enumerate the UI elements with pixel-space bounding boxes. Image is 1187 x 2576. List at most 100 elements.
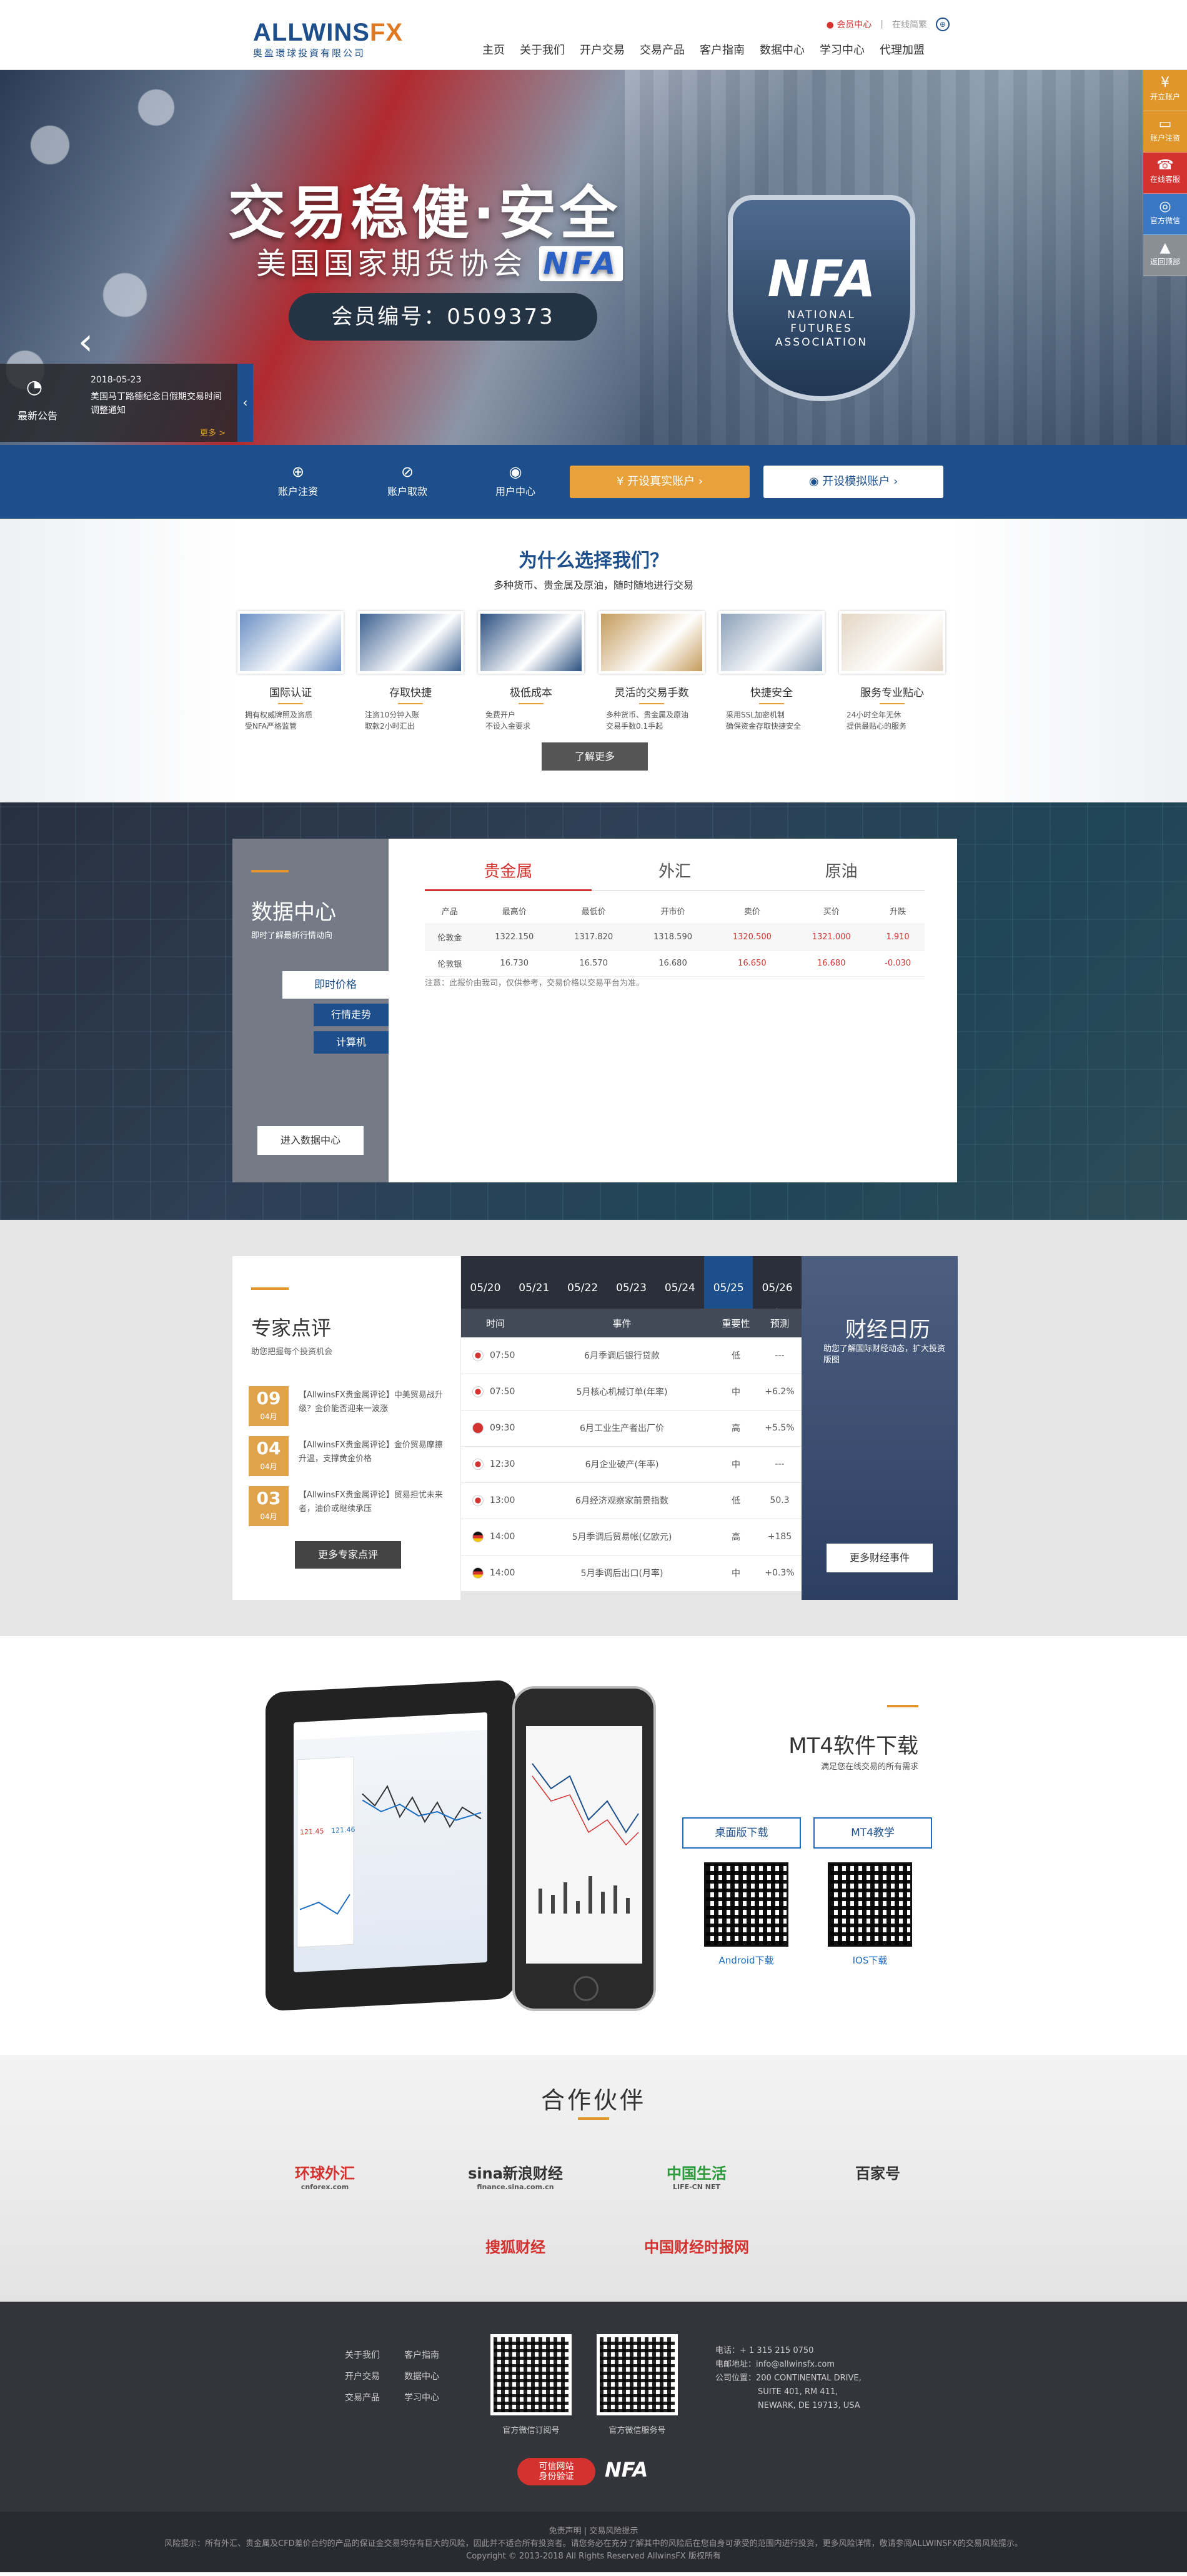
- top-links: ● 会员中心 | 在线简繁 ⊕: [827, 17, 950, 31]
- day-tab[interactable]: 05/21一: [510, 1256, 559, 1320]
- tab-calculator[interactable]: 计算机: [314, 1031, 389, 1054]
- calendar-row[interactable]: 13:00 6月经济观察家前景指数低 50.3: [461, 1482, 802, 1519]
- price-row[interactable]: 伦敦金 1322.150 1317.820 1318.590 1320.500 1321.…: [425, 924, 925, 951]
- event-forecast: +6.2%: [758, 1374, 802, 1410]
- day-tab[interactable]: 05/20日: [461, 1256, 510, 1320]
- calendar-row[interactable]: 07:50 6月季调后银行贷款低 ---: [461, 1337, 802, 1374]
- footer-link[interactable]: 交易产品: [345, 2391, 404, 2404]
- news-more-link[interactable]: 更多 >: [200, 426, 226, 438]
- partner-sub: LIFE-CN NET: [672, 2183, 721, 2191]
- nfa-shield: NFA NATIONAL FUTURES ASSOCIATION: [728, 195, 915, 401]
- expert-item[interactable]: 03 04月 【AllwinsFX贵金属评论】贸易担忧未来者，油价或继续承压: [249, 1486, 443, 1526]
- logo[interactable]: ALLWINSFX 奧盈環球投資有限公司: [253, 20, 403, 59]
- side-wechat[interactable]: ◎ 官方微信: [1143, 194, 1187, 235]
- feature-line: 取款2小时汇出: [365, 722, 415, 731]
- day-tab[interactable]: 05/22二: [559, 1256, 607, 1320]
- event-time: 13:00: [461, 1482, 530, 1519]
- nav-home[interactable]: 主页: [475, 41, 512, 60]
- open-real-account-button[interactable]: ¥ 开设真实账户 ›: [570, 466, 750, 498]
- nav-learn[interactable]: 学习中心: [812, 41, 872, 60]
- time-text: 07:50: [490, 1350, 515, 1360]
- expert-text[interactable]: 【AllwinsFX贵金属评论】贸易担忧未来者，油价或继续承压: [299, 1489, 449, 1516]
- open-demo-account-button[interactable]: ◉ 开设模拟账户 ›: [763, 466, 943, 498]
- expert-text[interactable]: 【AllwinsFX贵金属评论】金价贸易摩擦升温，支撑黄金价格: [299, 1439, 449, 1466]
- enter-data-center-button[interactable]: 进入数据中心: [257, 1126, 364, 1155]
- contact-line: SUITE 401, RM 411,: [758, 2387, 838, 2397]
- learn-more-button[interactable]: 了解更多: [542, 742, 648, 771]
- android-download-link[interactable]: Android下载: [704, 1954, 788, 1967]
- language-link[interactable]: 在线简繁: [892, 18, 927, 31]
- feature-image: [598, 611, 705, 674]
- event-forecast: +185: [758, 1519, 802, 1555]
- logo-fx: FX: [369, 19, 404, 46]
- expert-item[interactable]: 04 04月 【AllwinsFX贵金属评论】金价贸易摩擦升温，支撑黄金价格: [249, 1436, 443, 1476]
- expert-month: 04月: [260, 1462, 277, 1471]
- nav-account[interactable]: 开户交易: [572, 41, 632, 60]
- desktop-download-button[interactable]: 桌面版下载: [682, 1817, 801, 1849]
- member-number: 会员编号：0509373: [289, 293, 597, 341]
- calendar-row[interactable]: 14:00 5月季调后贸易帐(亿欧元) 高 +185: [461, 1519, 802, 1555]
- partner-logo[interactable]: 中国财经时报网: [631, 2229, 762, 2266]
- more-expert-button[interactable]: 更多专家点评: [295, 1541, 401, 1569]
- side-top[interactable]: ▲ 返回顶部: [1143, 235, 1187, 276]
- expert-text[interactable]: 【AllwinsFX贵金属评论】中美贸易战升级？金价能否迎来一波涨: [299, 1389, 449, 1416]
- partner-logo[interactable]: sina新浪财经 finance.sina.com.cn: [450, 2155, 581, 2192]
- globe-icon[interactable]: ⊕: [936, 17, 950, 31]
- ask-price: 121.46: [331, 1825, 355, 1835]
- expert-day: 04: [256, 1438, 281, 1459]
- trusted-site-badge[interactable]: 可信网站 身份验证: [517, 2458, 595, 2485]
- partner-logo[interactable]: 环球外汇 cnforex.com: [259, 2155, 390, 2192]
- partner-logo[interactable]: 百家号: [812, 2155, 943, 2192]
- day-tab[interactable]: 05/25五: [704, 1256, 753, 1320]
- data-subtitle: 即时了解最新行情动向: [251, 931, 333, 941]
- calendar-row[interactable]: 09:30 6月工业生产者出厂价高 +5.5%: [461, 1410, 802, 1447]
- member-center-link[interactable]: ● 会员中心: [827, 18, 872, 31]
- prev-slide-icon[interactable]: ‹: [78, 320, 93, 364]
- tab-live-price[interactable]: 即时价格: [282, 971, 389, 999]
- partner-name: 搜狐财经: [485, 2239, 545, 2256]
- mt4-tutorial-button[interactable]: MT4教学: [813, 1817, 932, 1849]
- wechat-service-qr: [597, 2334, 678, 2415]
- calendar-row[interactable]: 14:00 5月季调后出口(月率) 中 +0.3%: [461, 1555, 802, 1592]
- header: ALLWINSFX 奧盈環球投資有限公司 ● 会员中心 | 在线简繁 ⊕ 主页 …: [0, 0, 1187, 70]
- footer-link[interactable]: 客户指南: [404, 2349, 464, 2361]
- side-open-account[interactable]: ¥ 开立账户: [1143, 70, 1187, 111]
- tab-metals[interactable]: 贵金属: [425, 856, 592, 891]
- day-tab[interactable]: 05/24四: [655, 1256, 704, 1320]
- footer-link[interactable]: 关于我们: [345, 2349, 404, 2361]
- nav-about[interactable]: 关于我们: [512, 41, 572, 60]
- user-center-action[interactable]: ◉ 用户中心: [487, 461, 544, 498]
- withdraw-action[interactable]: ⊘ 账户取款: [379, 461, 435, 498]
- nav-products[interactable]: 交易产品: [632, 41, 692, 60]
- side-service[interactable]: ☎ 在线客服: [1143, 152, 1187, 194]
- day-tab[interactable]: 05/26六: [753, 1256, 802, 1320]
- calendar-row[interactable]: 12:30 6月企业破产(年率) 中 ---: [461, 1446, 802, 1483]
- footer-link[interactable]: 学习中心: [404, 2391, 464, 2404]
- expert-month: 04月: [260, 1412, 277, 1421]
- deposit-action[interactable]: ⊕ 账户注资: [270, 461, 326, 498]
- more-events-button[interactable]: 更多财经事件: [827, 1544, 933, 1572]
- price-row[interactable]: 伦敦银 16.730 16.570 16.680 16.650 16.680 -0.030: [425, 950, 925, 977]
- expert-item[interactable]: 09 04月 【AllwinsFX贵金属评论】中美贸易战升级？金价能否迎来一波涨: [249, 1386, 443, 1426]
- ios-qr-code: [828, 1862, 912, 1947]
- calendar-row[interactable]: 07:50 5月核心机械订单(年率) 中 +6.2%: [461, 1374, 802, 1410]
- nfa-badge[interactable]: NFA: [605, 2458, 667, 2485]
- footer-link[interactable]: 开户交易: [345, 2370, 404, 2382]
- partner-logo[interactable]: 中国生活 LIFE-CN NET: [631, 2155, 762, 2192]
- side-deposit[interactable]: ▭ 账户注资: [1143, 111, 1187, 152]
- nav-guide[interactable]: 客户指南: [692, 41, 752, 60]
- tab-forex[interactable]: 外汇: [591, 856, 758, 891]
- nav-data[interactable]: 数据中心: [752, 41, 812, 60]
- tab-oil[interactable]: 原油: [758, 856, 925, 891]
- tab-trend[interactable]: 行情走势: [314, 1004, 389, 1026]
- floating-sidebar: ¥ 开立账户 ▭ 账户注资 ☎ 在线客服 ◎ 官方微信 ▲ 返回顶部: [1143, 70, 1187, 276]
- news-ticker[interactable]: ◔ 最新公告 2018-05-23 美国马丁路德纪念日假期交易时间调整通知 更多…: [0, 364, 253, 442]
- disclaimer-links[interactable]: 免责声明 | 交易风险提示: [0, 2525, 1187, 2538]
- nav-agent[interactable]: 代理加盟: [872, 41, 932, 60]
- news-text[interactable]: 美国马丁路德纪念日假期交易时间调整通知: [91, 390, 228, 417]
- day-tab[interactable]: 05/23三: [607, 1256, 656, 1320]
- news-collapse-icon[interactable]: ‹: [237, 364, 253, 442]
- footer-link[interactable]: 数据中心: [404, 2370, 464, 2382]
- partner-logo[interactable]: 搜狐财经: [450, 2229, 581, 2266]
- ios-download-link[interactable]: IOS下载: [828, 1954, 912, 1967]
